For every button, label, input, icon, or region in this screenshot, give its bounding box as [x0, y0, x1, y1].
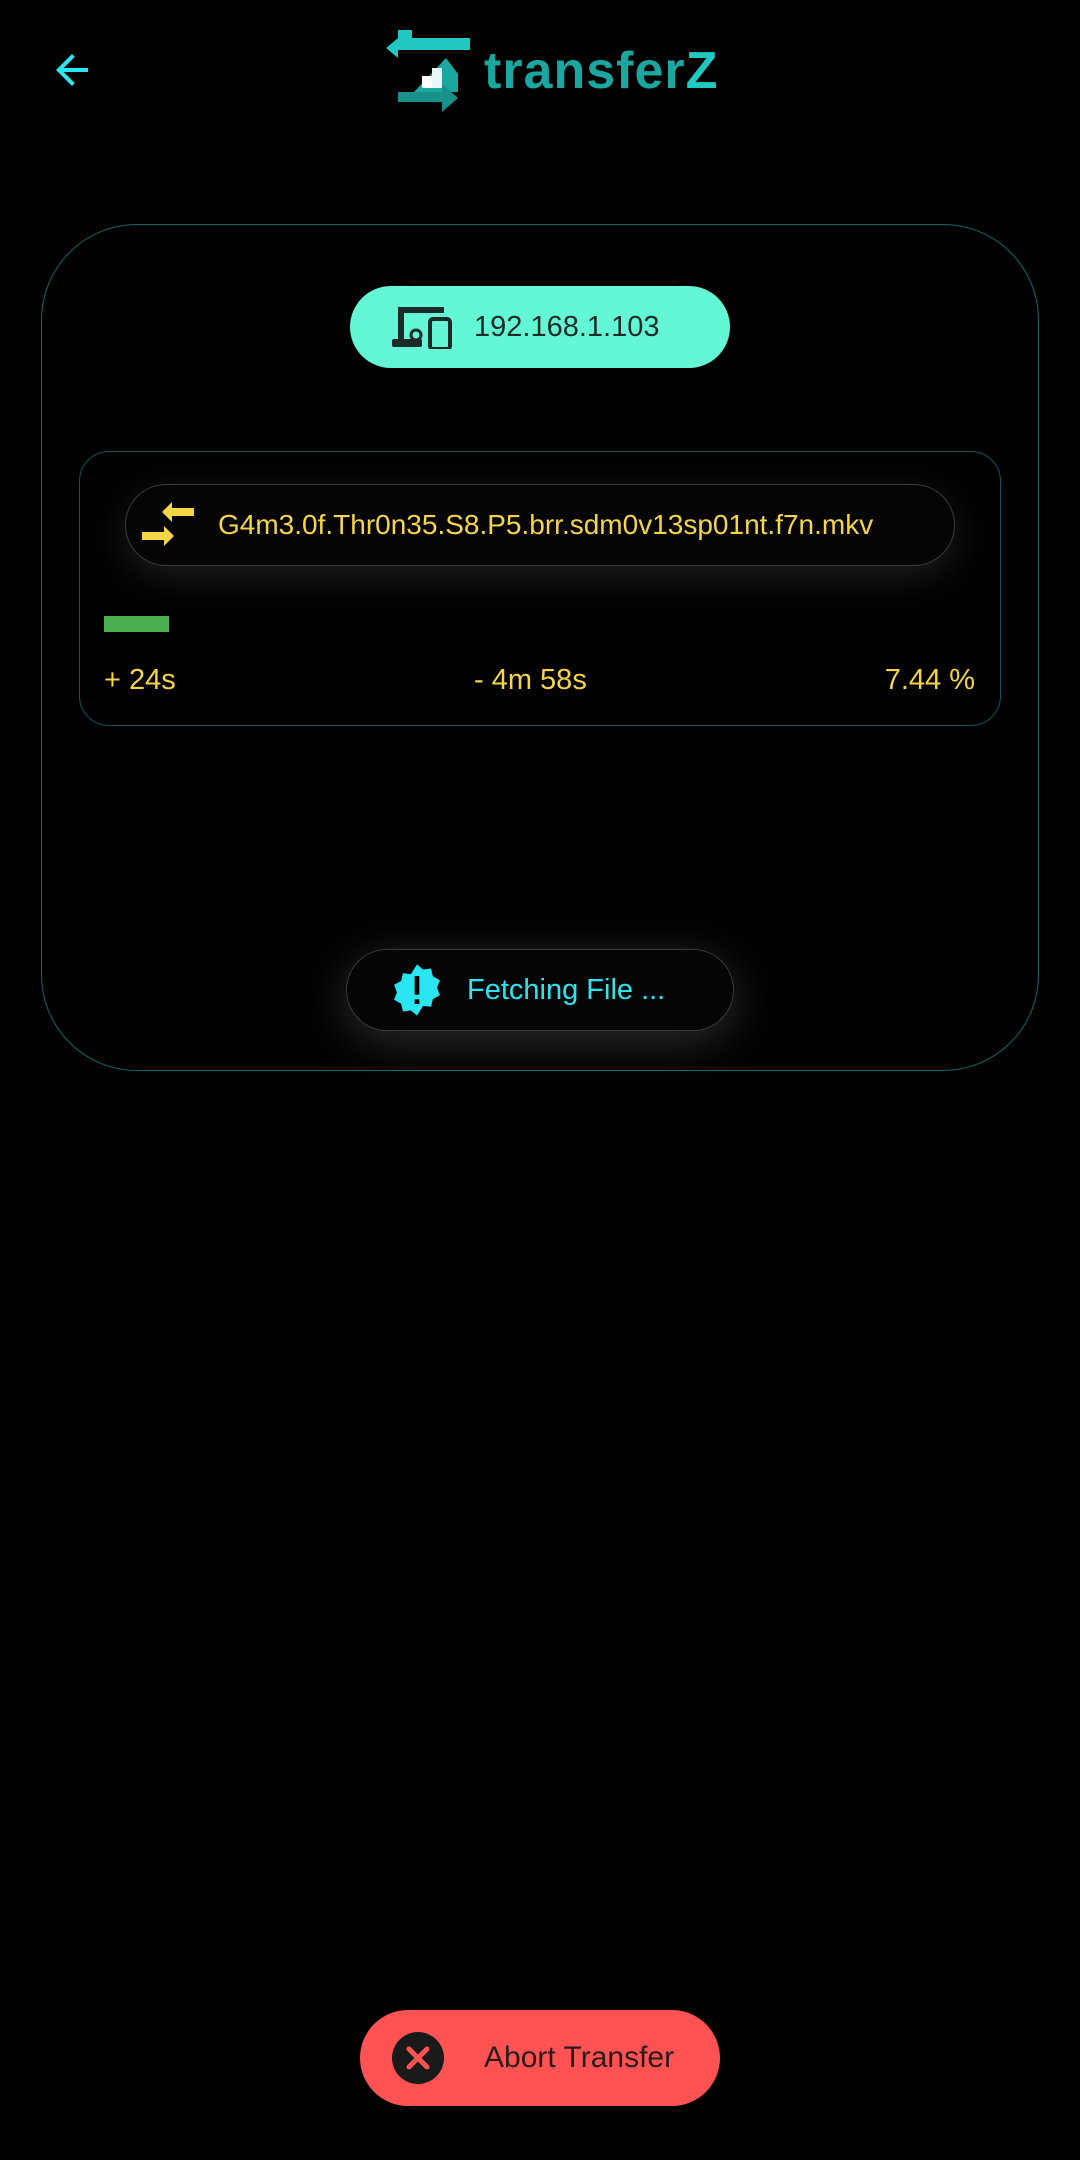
abort-transfer-label: Abort Transfer	[484, 2041, 675, 2074]
status-chip: Fetching File ...	[346, 949, 734, 1031]
file-name-chip: G4m3.0f.Thr0n35.S8.P5.brr.sdm0v13sp01nt.…	[125, 484, 955, 566]
progress-bar	[104, 616, 975, 632]
device-ip: 192.168.1.103	[474, 310, 660, 343]
back-button[interactable]	[40, 38, 104, 102]
app-name: transferZ	[484, 42, 719, 100]
device-chip: 192.168.1.103	[350, 286, 730, 368]
arrow-left-icon	[56, 54, 88, 86]
status-label: Fetching File ...	[467, 973, 666, 1006]
elapsed-time: + 24s	[104, 664, 176, 696]
alert-badge-icon	[394, 964, 440, 1016]
progress-percent: 7.44 %	[884, 664, 975, 696]
close-circle-icon	[392, 2032, 444, 2084]
progress-bar-fill	[104, 616, 169, 632]
remaining-time: - 4m 58s	[474, 664, 587, 696]
abort-transfer-button[interactable]: Abort Transfer	[360, 2010, 720, 2106]
transfer-arrows-icon	[142, 502, 194, 546]
app-logo: transferZ	[384, 30, 718, 112]
transferz-logo-icon	[386, 30, 470, 112]
transfer-screen: transferZ 192.168.1.103 G4m3.0f.Thr0n35.…	[0, 0, 1080, 2160]
devices-icon	[392, 307, 452, 349]
file-name: G4m3.0f.Thr0n35.S8.P5.brr.sdm0v13sp01nt.…	[218, 509, 874, 540]
